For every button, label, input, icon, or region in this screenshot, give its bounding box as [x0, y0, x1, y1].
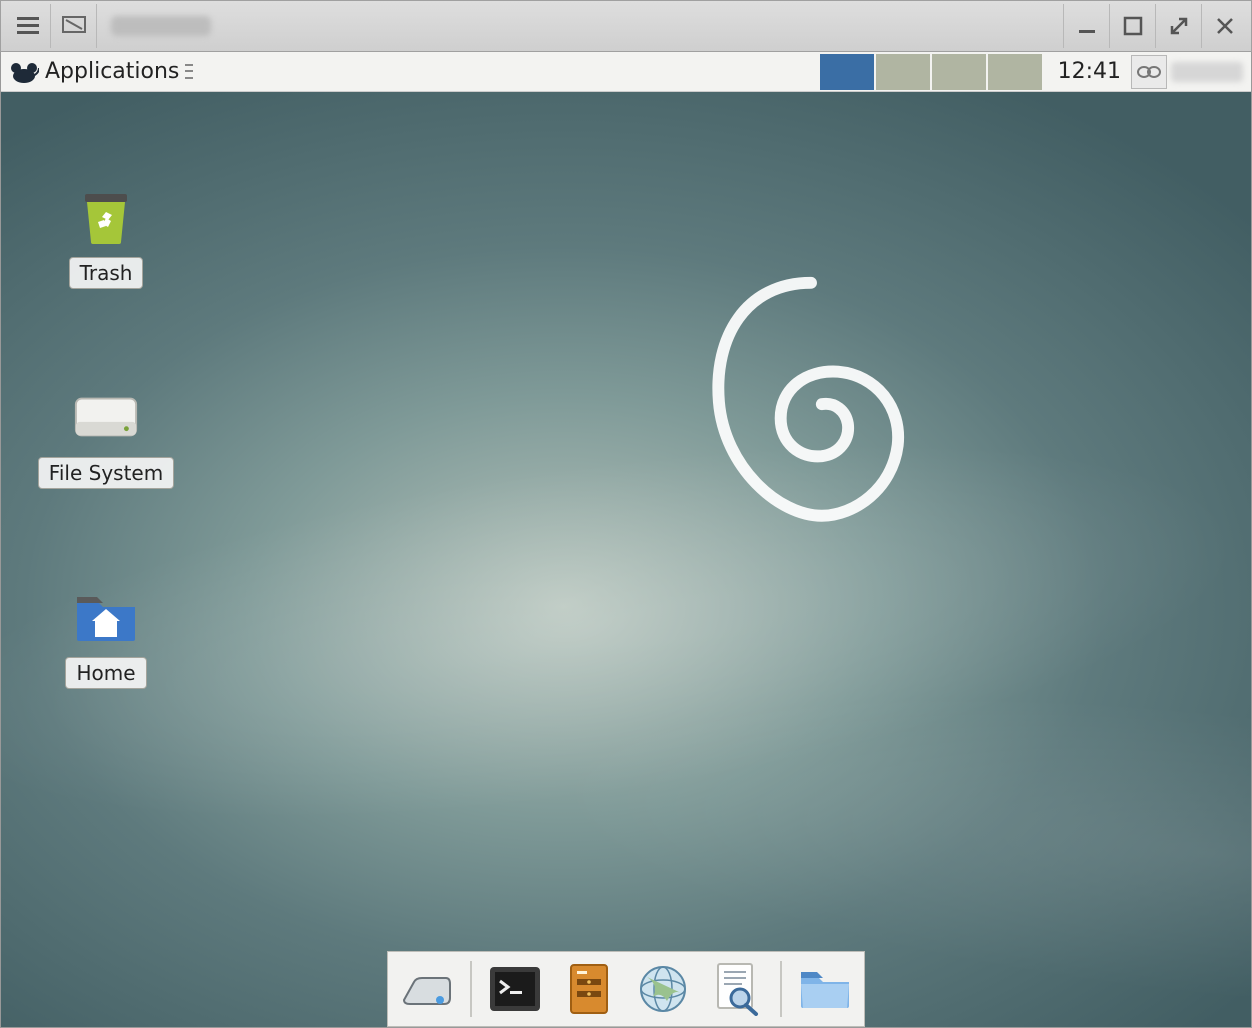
hamburger-menu-button[interactable]	[5, 4, 51, 48]
desktop-wallpaper[interactable]: Trash File System Home	[1, 92, 1251, 1027]
user-menu-blurred[interactable]	[1171, 62, 1243, 82]
maximize-button[interactable]	[1109, 4, 1155, 48]
dock-web-browser[interactable]	[632, 958, 694, 1020]
desktop-icon-label: Trash	[69, 257, 144, 289]
debian-swirl-icon	[701, 272, 921, 532]
dock-show-desktop[interactable]	[396, 958, 458, 1020]
hamburger-icon	[17, 17, 39, 35]
network-icon	[1136, 61, 1162, 83]
close-icon	[1215, 16, 1235, 36]
trash-icon	[72, 187, 140, 247]
desktop-icon-trash[interactable]: Trash	[31, 187, 181, 289]
workspace-2[interactable]	[876, 54, 930, 90]
desktop-icon-filesystem[interactable]: File System	[31, 387, 181, 489]
search-files-icon	[712, 962, 762, 1016]
fullscreen-icon	[1169, 16, 1189, 36]
terminal-icon	[488, 965, 542, 1013]
screen-icon	[62, 16, 86, 36]
dock-folder[interactable]	[794, 958, 856, 1020]
workspace-1[interactable]	[820, 54, 874, 90]
desktop-icon-label: File System	[38, 457, 174, 489]
file-manager-icon	[565, 963, 613, 1015]
dock-terminal[interactable]	[484, 958, 546, 1020]
workspace-3[interactable]	[932, 54, 986, 90]
dock-search-files[interactable]	[706, 958, 768, 1020]
applications-menu-label: Applications	[45, 59, 179, 84]
dock-separator	[780, 961, 782, 1017]
workspace-4[interactable]	[988, 54, 1042, 90]
minimize-button[interactable]	[1063, 4, 1109, 48]
top-panel: Applications 12:41	[1, 52, 1251, 92]
folder-icon	[797, 966, 853, 1012]
workspace-switcher[interactable]	[820, 54, 1042, 90]
host-window-titlebar	[0, 0, 1252, 52]
applications-menu-button[interactable]: Applications	[1, 52, 201, 91]
fullscreen-button[interactable]	[1155, 4, 1201, 48]
network-status-button[interactable]	[1131, 55, 1167, 89]
clock[interactable]: 12:41	[1048, 59, 1131, 84]
bottom-dock	[387, 951, 865, 1027]
dock-file-manager[interactable]	[558, 958, 620, 1020]
window-title-blurred	[111, 16, 211, 36]
drive-icon	[72, 387, 140, 447]
window-title-area	[97, 1, 1063, 51]
show-desktop-icon	[400, 968, 454, 1010]
panel-handle-icon	[185, 62, 193, 82]
minimize-icon	[1077, 16, 1097, 36]
desktop-icon-home[interactable]: Home	[31, 587, 181, 689]
close-button[interactable]	[1201, 4, 1247, 48]
guest-desktop: Applications 12:41	[0, 52, 1252, 1028]
home-folder-icon	[72, 587, 140, 647]
dock-separator	[470, 961, 472, 1017]
desktop-icon-label: Home	[65, 657, 146, 689]
maximize-icon	[1123, 16, 1143, 36]
xfce-mouse-icon	[9, 58, 39, 86]
screen-capture-button[interactable]	[51, 4, 97, 48]
web-browser-icon	[637, 963, 689, 1015]
